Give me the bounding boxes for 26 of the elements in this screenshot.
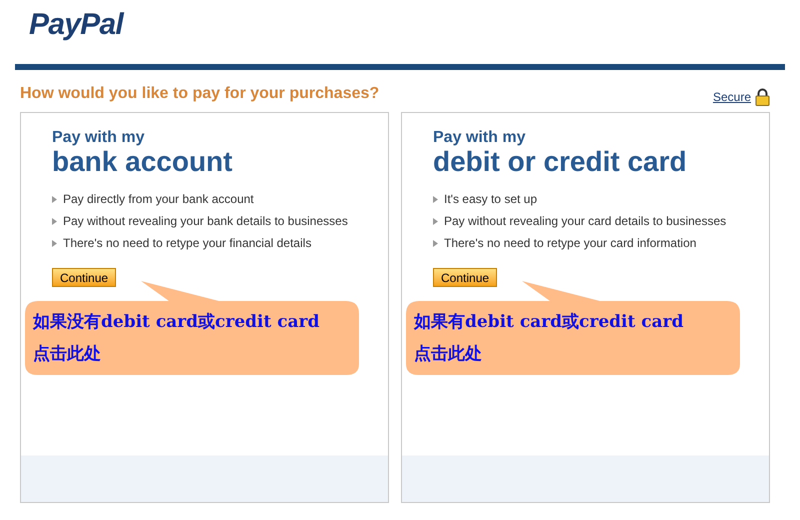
bullet-arrow-icon [433,218,438,224]
bullet-arrow-icon [433,196,438,202]
bullet-arrow-icon [433,240,438,246]
bullet-text: It's easy to set up [444,191,538,208]
callout-text: 如果没有debit card或credit card [33,311,320,334]
bullet-text: Pay directly from your bank account [63,191,254,208]
option-intro: Pay with my [52,129,146,147]
callout-text: 如果有debit card或credit card [414,311,684,334]
bullet-text: Pay without revealing your bank details to businesses [63,213,348,230]
paypal-logo: PayPal [29,7,123,43]
option-title: bank account [52,147,234,177]
padlock-icon [755,88,770,106]
continue-button[interactable]: Continue [433,268,498,287]
bullet-text: There's no need to retype your card information [444,235,696,252]
bullet-arrow-icon [52,196,57,202]
callout-text: 点击此处 [33,343,102,366]
continue-button[interactable]: Continue [52,268,116,287]
bullet-arrow-icon [52,240,57,246]
option-intro: Pay with my [433,129,526,147]
bullet-text: There's no need to retype your financial details [63,235,312,252]
page-heading: How would you like to pay for your purchases? [20,84,380,104]
secure-link[interactable]: Secure [712,88,751,106]
bullet-arrow-icon [52,218,57,224]
bullet-text: Pay without revealing your card details to businesses [444,213,726,230]
callout-text: 点击此处 [414,343,483,366]
option-title: debit or credit card [433,147,688,177]
